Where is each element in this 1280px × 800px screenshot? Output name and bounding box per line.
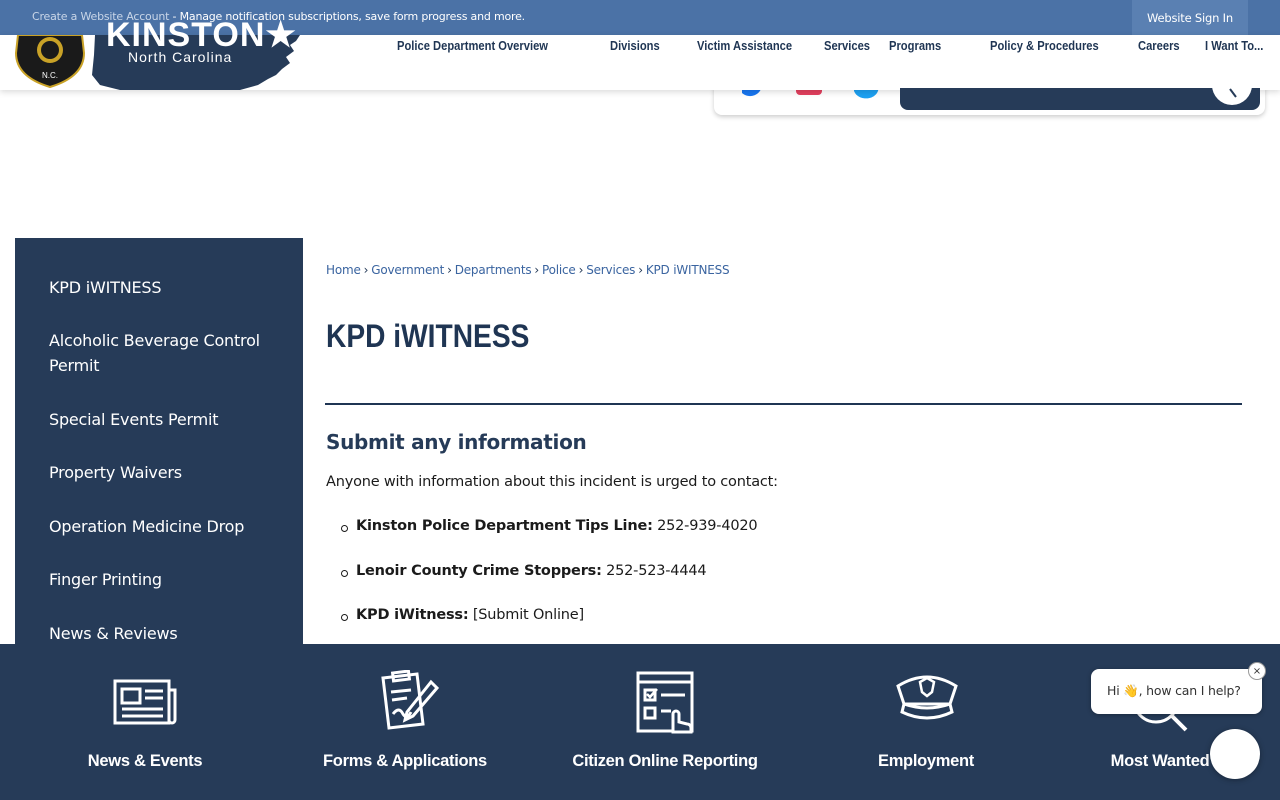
sidebar-item-kpd-iwitness[interactable]: KPD iWITNESS bbox=[49, 275, 279, 300]
chat-greeting-pre: Hi bbox=[1107, 683, 1124, 698]
search-button[interactable] bbox=[1212, 85, 1252, 105]
chat-greeting-bubble[interactable]: Hi 👋, how can I help? bbox=[1091, 669, 1262, 714]
police-cap-icon bbox=[896, 675, 958, 720]
nav-policy-procedures[interactable]: Policy & Procedures bbox=[990, 38, 1099, 53]
search-icon bbox=[1229, 88, 1237, 98]
chat-greeting-post: , how can I help? bbox=[1138, 683, 1241, 698]
contact-label: Lenoir County Crime Stoppers: bbox=[356, 563, 602, 579]
quick-link-forms-applications[interactable]: Forms & Applications bbox=[285, 644, 525, 800]
quick-link-employment[interactable]: Employment bbox=[806, 644, 1046, 800]
contact-value: 252-523-4444 bbox=[601, 563, 707, 579]
nav-programs[interactable]: Programs bbox=[889, 38, 941, 53]
quick-link-label: News & Events bbox=[87, 752, 203, 770]
newspaper-icon bbox=[113, 679, 177, 725]
title-divider bbox=[325, 403, 1242, 405]
contact-item-tips-line: Kinston Police Department Tips Line: 252… bbox=[340, 518, 758, 534]
breadcrumb-home[interactable]: Home bbox=[326, 263, 361, 277]
quick-link-news-events[interactable]: News & Events bbox=[25, 644, 265, 800]
search-input[interactable] bbox=[900, 88, 1260, 110]
sidebar-item-operation-medicine-drop[interactable]: Operation Medicine Drop bbox=[49, 514, 279, 539]
sidebar-item-abc-permit[interactable]: Alcoholic Beverage Control Permit bbox=[49, 328, 279, 378]
breadcrumb-police[interactable]: Police bbox=[542, 263, 576, 277]
nav-careers[interactable]: Careers bbox=[1138, 38, 1180, 53]
breadcrumb-separator: › bbox=[578, 263, 584, 277]
nav-divisions[interactable]: Divisions bbox=[610, 38, 660, 53]
contact-value: 252-939-4020 bbox=[652, 518, 758, 534]
nav-victim-assistance[interactable]: Victim Assistance bbox=[697, 38, 792, 53]
contact-label: Kinston Police Department Tips Line: bbox=[356, 518, 653, 534]
waving-hand-icon: 👋 bbox=[1123, 683, 1139, 698]
contact-label: KPD iWitness: bbox=[356, 607, 469, 623]
nav-i-want-to[interactable]: I Want To... bbox=[1205, 38, 1263, 53]
police-seal-icon: N.C. bbox=[14, 35, 86, 89]
clipboard-pen-icon bbox=[381, 670, 439, 730]
breadcrumb-separator: › bbox=[363, 263, 369, 277]
nav-services[interactable]: Services bbox=[824, 38, 870, 53]
nav-police-department-overview[interactable]: Police Department Overview bbox=[397, 38, 548, 53]
website-sign-in-button[interactable]: Website Sign In bbox=[1132, 0, 1248, 35]
submit-online-link[interactable]: [Submit Online] bbox=[468, 607, 584, 623]
breadcrumb-separator: › bbox=[447, 263, 452, 277]
city-wordmark: KINSTON★ bbox=[106, 18, 297, 52]
logo-subtitle: North Carolina bbox=[128, 49, 233, 65]
contact-item-crime-stoppers: Lenoir County Crime Stoppers: 252-523-44… bbox=[340, 563, 707, 579]
breadcrumb-current[interactable]: KPD iWITNESS bbox=[646, 263, 730, 277]
chat-launcher-button[interactable] bbox=[1210, 729, 1260, 779]
intro-text: Anyone with information about this incid… bbox=[326, 474, 778, 490]
breadcrumb-separator: › bbox=[638, 263, 643, 277]
chat-close-icon[interactable]: × bbox=[1248, 662, 1266, 680]
quick-link-label: Forms & Applications bbox=[323, 752, 487, 770]
breadcrumb-departments[interactable]: Departments bbox=[455, 263, 532, 277]
star-icon: ★ bbox=[265, 16, 297, 54]
quick-links-band: News & Events Forms & Applications Citiz… bbox=[0, 644, 1280, 800]
sidebar-item-news-reviews[interactable]: News & Reviews bbox=[49, 621, 279, 646]
online-form-icon bbox=[636, 671, 694, 734]
chat-greeting-text: Hi 👋, how can I help? bbox=[1107, 683, 1241, 699]
seal-text: N.C. bbox=[42, 71, 58, 80]
quick-link-label: Employment bbox=[877, 752, 975, 770]
breadcrumb-separator: › bbox=[534, 263, 539, 277]
page-title: KPD iWITNESS bbox=[326, 318, 530, 354]
quick-link-citizen-online-reporting[interactable]: Citizen Online Reporting bbox=[545, 644, 785, 800]
section-heading: Submit any information bbox=[326, 430, 587, 454]
breadcrumb: Home › Government › Departments › Police › Servi… bbox=[326, 263, 730, 277]
breadcrumb-government[interactable]: Government bbox=[371, 263, 444, 277]
sidebar-item-special-events-permit[interactable]: Special Events Permit bbox=[49, 407, 279, 432]
sidebar-item-finger-printing[interactable]: Finger Printing bbox=[49, 567, 279, 592]
sidebar-item-property-waivers[interactable]: Property Waivers bbox=[49, 460, 279, 485]
breadcrumb-services[interactable]: Services bbox=[586, 263, 635, 277]
quick-link-label: Citizen Online Reporting bbox=[572, 752, 758, 770]
contact-item-iwitness: KPD iWitness: [Submit Online] bbox=[341, 607, 584, 623]
sidebar-menu: KPD iWITNESS Alcoholic Beverage Control … bbox=[15, 238, 303, 658]
